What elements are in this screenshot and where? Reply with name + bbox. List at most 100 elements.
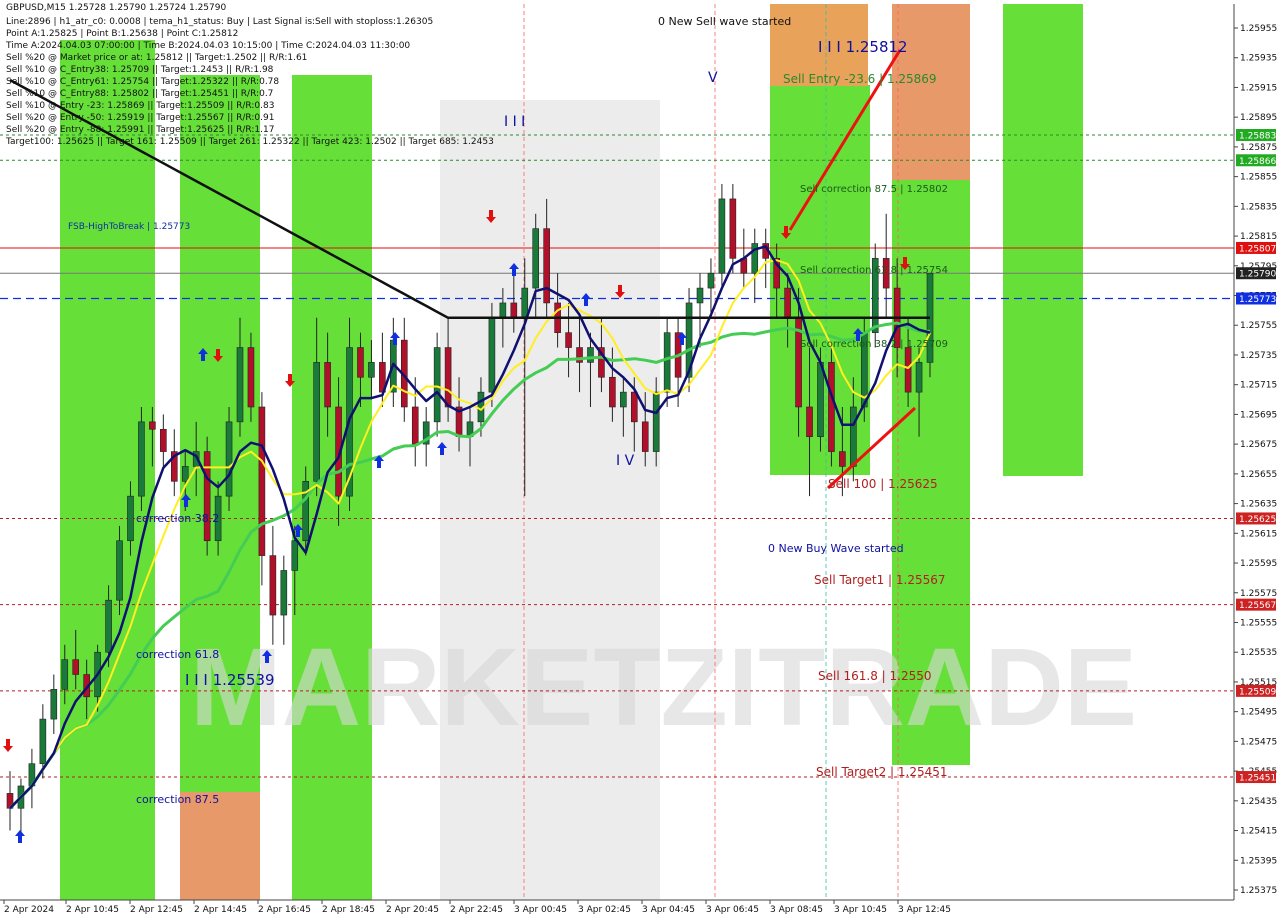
signal-info-line: Sell %10 @ C_Entry61: 1.25754 || Target:… [6,77,280,87]
candle-bear [258,406,266,556]
signal-info-line: Sell %10 @ Entry -23: 1.25869 || Target:… [6,101,275,111]
green-zone [1003,4,1083,476]
time-tick-label: 3 Apr 06:45 [706,905,759,915]
wave-annotation: I I I 1.25812 [818,38,908,56]
candle-bear [149,421,156,430]
price-tick-label: 1.25875 [1240,143,1277,153]
candle-bear [565,332,572,348]
price-axis: 1.259551.259351.259151.258951.258751.258… [1233,0,1280,920]
wave-annotation: I V [616,453,635,469]
price-tick-label: 1.25435 [1240,797,1277,807]
candle-bull [236,347,244,423]
time-tick-label: 2 Apr 12:45 [130,905,183,915]
price-badge-label: 1.25773 [1239,295,1276,305]
price-tick-label: 1.25675 [1240,440,1277,450]
candle-bull [50,689,58,720]
symbol-header: GBPUSD,M15 1.25728 1.25790 1.25724 1.257… [6,3,227,13]
candle-bear [609,376,616,408]
level-label: Sell Target2 | 1.25451 [816,765,948,779]
candle-bull [532,228,540,289]
price-badge-label: 1.25625 [1239,515,1276,525]
candle-bull [181,466,189,482]
candle-bull [61,659,69,690]
candle-bear [411,406,419,445]
candle-bear [203,451,211,542]
candle-bear [543,228,550,304]
signal-info-line: Sell %20 @ Entry -88: 1.25991 || Target:… [6,125,275,135]
price-tick-label: 1.25755 [1240,321,1277,331]
green-zone [180,75,260,900]
candle-bear [630,391,638,423]
candle-bear [72,659,80,675]
time-tick-label: 2 Apr 18:45 [322,905,375,915]
price-badge-label: 1.25790 [1239,270,1276,280]
candle-bear [828,362,835,452]
candle-bull [718,198,726,274]
orange-zone [180,792,260,900]
level-label: Sell correction 87.5 | 1.25802 [800,184,948,195]
time-tick-label: 2 Apr 10:45 [66,905,119,915]
time-tick-label: 3 Apr 12:45 [898,905,951,915]
candle-bull [652,391,660,452]
signal-info-line: Sell %10 @ C_Entry88: 1.25802 || Target:… [6,89,274,99]
signal-info-line: Sell %20 @ Entry -50: 1.25919 || Target:… [6,113,275,123]
time-tick-label: 3 Apr 10:45 [834,905,887,915]
price-tick-label: 1.25855 [1240,173,1277,183]
candle-bear [729,198,737,259]
chart-window: MARKETZITRADE Sell Entry -23.6 | 1.25869 S… [0,0,1280,920]
signal-info-line: Line:2896 | h1_atr_c0: 0.0008 | tema_h1_… [6,17,434,27]
candle-bull [587,347,594,363]
price-tick-label: 1.25555 [1240,618,1277,628]
candle-bear [641,421,649,452]
price-tick-label: 1.25415 [1240,827,1277,837]
level-label: Sell correction 38.2 | 1.25709 [800,339,948,350]
price-tick-label: 1.25735 [1240,351,1277,361]
price-tick-label: 1.25955 [1240,24,1277,34]
candle-bull [707,272,715,289]
time-tick-label: 2 Apr 22:45 [450,905,503,915]
correction-label: correction 38.2 [136,512,219,525]
candle-bull [225,421,233,497]
price-tick-label: 1.25375 [1240,886,1277,896]
candle-bear [806,406,813,438]
shade-zone [440,100,660,900]
candle-bull [280,570,288,616]
price-tick-label: 1.25915 [1240,83,1277,93]
price-tick-label: 1.25815 [1240,232,1277,242]
signal-info-panel: Line:2896 | h1_atr_c0: 0.0008 | tema_h1_… [6,16,494,148]
time-tick-label: 2 Apr 14:45 [194,905,247,915]
candle-bull [138,421,145,497]
candle-bull [105,599,112,653]
signal-info-line: Sell %10 @ C_Entry38: 1.25709 || Target:… [6,65,274,75]
candle-bull [696,287,704,304]
candle-bull [39,718,47,764]
level-label: Sell Entry -23.6 | 1.25869 [783,72,937,86]
price-badge-label: 1.25509 [1239,687,1276,697]
candle-bear [324,362,331,408]
candle-bull [620,391,627,408]
candle-bull [433,347,441,423]
candle-bull [291,540,299,571]
price-tick-label: 1.25635 [1240,500,1277,510]
price-tick-label: 1.25695 [1240,410,1277,420]
signal-info-line: Point A:1.25825 | Point B:1.25638 | Poin… [6,29,239,39]
signal-info-line: Target100: 1.25625 || Target 161: 1.2550… [6,137,494,147]
price-tick-label: 1.25495 [1240,708,1277,718]
time-tick-label: 3 Apr 04:45 [642,905,695,915]
candle-bull [850,406,857,467]
time-tick-label: 3 Apr 00:45 [514,905,567,915]
candle-bull [915,362,923,393]
price-tick-label: 1.25595 [1240,559,1277,569]
price-badge-label: 1.25451 [1239,774,1276,784]
watermark-text: MARKETZITRADE [190,626,1137,749]
price-tick-label: 1.25615 [1240,529,1277,539]
candle-bear [510,302,518,319]
price-tick-label: 1.25475 [1240,737,1277,747]
wave-annotation: V [708,70,718,86]
wave-annotation: 0 New Buy Wave started [768,542,904,555]
price-badge-label: 1.25883 [1239,132,1276,142]
price-tick-label: 1.25935 [1240,54,1277,64]
candle-bull [663,332,671,393]
level-label: Sell Target1 | 1.25567 [814,573,946,587]
wave-annotation: I I I [504,114,525,130]
